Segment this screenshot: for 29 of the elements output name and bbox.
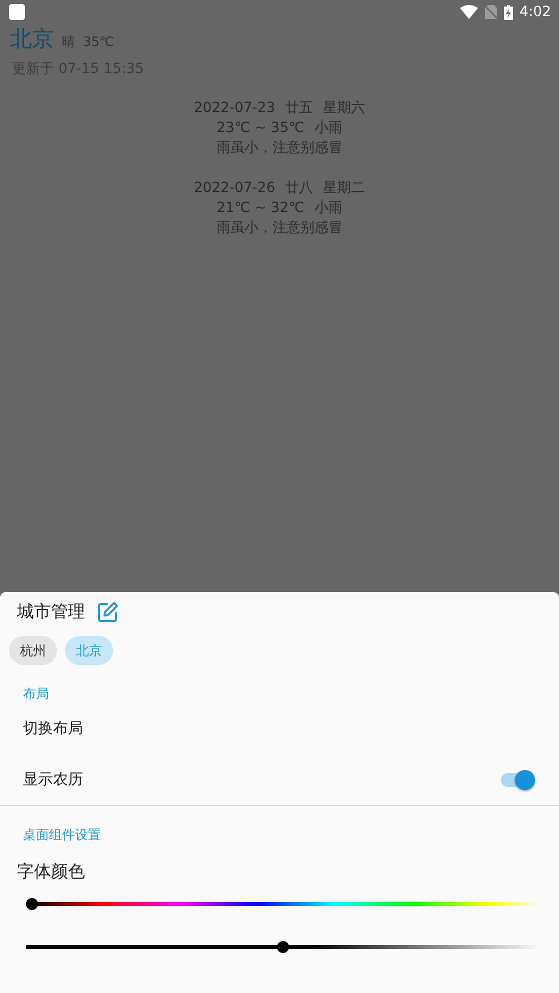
setting-label: 字体颜色 — [16, 861, 86, 883]
temperature-range: 21℃ ~ 32℃ — [216, 199, 304, 218]
city-name: 北京 — [10, 26, 54, 54]
forecast-weather: 小雨 — [314, 199, 342, 218]
forecast-weather: 小雨 — [314, 119, 342, 138]
lunar-date: 廿八 — [285, 179, 314, 198]
edit-icon[interactable] — [97, 600, 119, 622]
setting-label: 显示农历 — [23, 770, 83, 789]
sheet-title: 城市管理 — [17, 601, 85, 623]
section-header: 布局 — [22, 686, 50, 703]
slider-thumb[interactable] — [26, 898, 38, 910]
wifi-icon — [460, 5, 478, 19]
forecast-date: 2022-07-26 — [194, 179, 276, 198]
status-time: 4:02 — [520, 4, 551, 20]
no-sim-icon — [484, 5, 497, 19]
weather-tip: 雨虽小，注意别感冒 — [216, 139, 342, 158]
city-chip[interactable]: 杭州 — [9, 636, 57, 665]
slider-thumb[interactable] — [277, 941, 289, 953]
toggle-switch[interactable] — [501, 772, 533, 786]
battery-charging-icon — [504, 4, 513, 20]
section-header: 桌面组件设置 — [22, 827, 102, 844]
weekday: 星期六 — [323, 99, 366, 118]
menu-item[interactable]: 切换布局 — [0, 703, 559, 754]
weekday: 星期二 — [323, 179, 366, 198]
temperature-range: 23℃ ~ 35℃ — [216, 119, 304, 138]
app-notification-icon — [9, 4, 25, 20]
lunar-date: 廿五 — [285, 99, 314, 118]
forecast-date: 2022-07-23 — [194, 99, 276, 118]
weather-tip: 雨虽小，注意别感冒 — [216, 219, 342, 238]
